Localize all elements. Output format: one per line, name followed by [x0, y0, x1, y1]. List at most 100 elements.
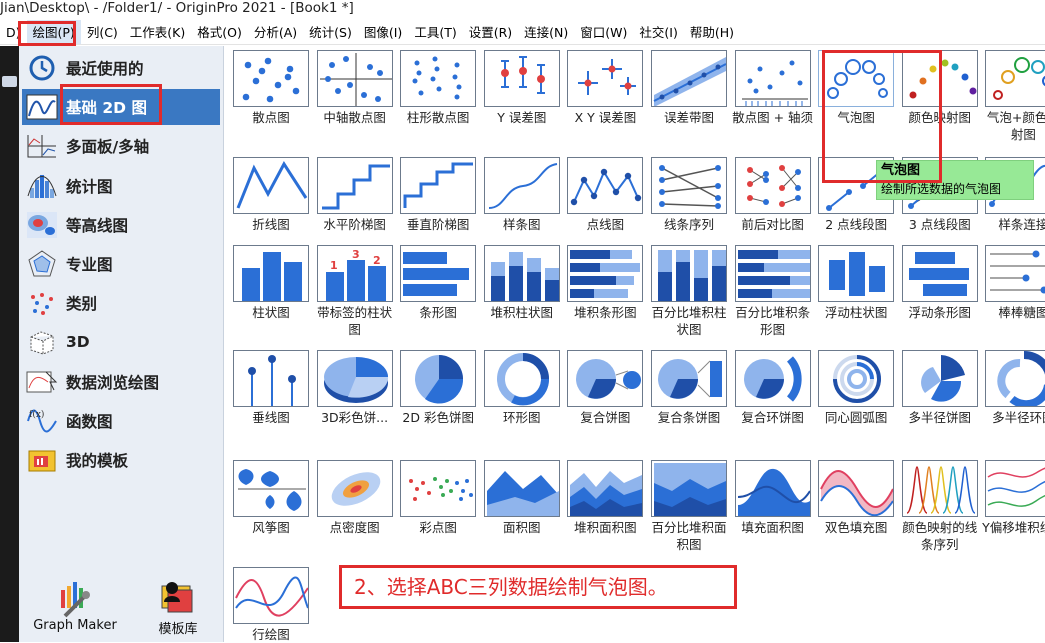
workspace-strip [0, 46, 19, 642]
plot-tile-drop-line[interactable]: 垂线图 [229, 350, 313, 426]
plot-tile-doughnut[interactable]: 环形图 [480, 350, 564, 426]
plot-tile-density-dots[interactable]: 点密度图 [313, 460, 397, 536]
plot-tile-label: 柱形散点图 [406, 110, 470, 125]
plot-tile-center-scatter[interactable]: 中轴散点图 [313, 50, 397, 126]
plot-tile-label: 3 点线段图 [908, 217, 971, 232]
plot-tile-error-band[interactable]: 误差带图 [647, 50, 731, 126]
plot-tile-label: 样条连接 [998, 217, 1045, 232]
menu-item-12[interactable]: 社交(I) [633, 20, 683, 44]
plot-tile-before-after[interactable]: 前后对比图 [731, 157, 815, 233]
plot-tile-stacked-column[interactable]: 堆积柱状图 [480, 245, 564, 321]
plot-tile-bar[interactable]: 条形图 [396, 245, 480, 321]
category-item-9[interactable]: f(x) 函数图 [22, 403, 220, 439]
menu-item-6[interactable]: 统计(S) [303, 20, 358, 44]
category-item-6[interactable]: 类别 [22, 285, 220, 321]
plot-tile-kite[interactable]: 风筝图 [229, 460, 313, 536]
graph-maker-icon [25, 580, 125, 618]
plot-tile-pie2d[interactable]: 2D 彩色饼图 [396, 350, 480, 426]
plot-tile-bubble-color[interactable]: 气泡+颜色映射图 [981, 50, 1045, 143]
category-item-3[interactable]: 统计图 [22, 168, 220, 204]
category-item-2[interactable]: 多面板/多轴 [22, 128, 220, 164]
plot-tile-label: 风筝图 [252, 520, 290, 535]
plot-tile-label: 同心圆弧图 [824, 410, 888, 425]
plot-tile-bar-of-pie[interactable]: 复合条饼图 [647, 350, 731, 426]
menu-item-2[interactable]: 列(C) [81, 20, 124, 44]
plot-tile-pie-of-pie[interactable]: 复合饼图 [563, 350, 647, 426]
menu-item-5[interactable]: 分析(A) [248, 20, 303, 44]
template-library-button[interactable]: 模板库 [139, 580, 217, 637]
category-item-5[interactable]: 专业图 [22, 246, 220, 282]
plot-tile-area[interactable]: 面积图 [480, 460, 564, 536]
plot-tile-stacked-bar[interactable]: 堆积条形图 [563, 245, 647, 321]
window-tab-icon[interactable] [2, 76, 17, 87]
plot-tile-line-symbol[interactable]: 点线图 [563, 157, 647, 233]
category-item-10[interactable]: 我的模板 [22, 442, 220, 478]
plot-tile-bubble[interactable]: 气泡图 [814, 50, 898, 126]
density-dots-icon [316, 460, 393, 517]
plot-tile-concentric-arc[interactable]: 同心圆弧图 [814, 350, 898, 426]
plot-tile-pct-stacked-column[interactable]: 百分比堆积柱状图 [647, 245, 731, 338]
plot-tile-v-step[interactable]: 垂直阶梯图 [396, 157, 480, 233]
category-item-0[interactable]: 最近使用的 [22, 50, 220, 86]
plot-tile-label: 双色填充图 [824, 520, 888, 535]
plot-tile-xy-error[interactable]: X Y 误差图 [563, 50, 647, 126]
plot-tile-spline[interactable]: 样条图 [480, 157, 564, 233]
plot-tile-label: 堆积柱状图 [490, 305, 554, 320]
menu-item-8[interactable]: 工具(T) [408, 20, 462, 44]
plot-tile-color-map[interactable]: 颜色映射图 [898, 50, 982, 126]
template-folder-icon [24, 443, 60, 477]
plot-tile-column-scatter[interactable]: 柱形散点图 [396, 50, 480, 126]
category-item-1[interactable]: 基础 2D 图 [22, 89, 220, 126]
plot-tile-multi-radius-pie[interactable]: 多半径饼图 [898, 350, 982, 426]
menu-item-13[interactable]: 帮助(H) [684, 20, 740, 44]
plot-tile-color-dots[interactable]: 彩点图 [396, 460, 480, 536]
category-item-7[interactable]: 3D [22, 324, 220, 360]
plot-tile-label: 多半径环图 [992, 410, 1045, 425]
menu-item-11[interactable]: 窗口(W) [574, 20, 633, 44]
plot-tile-h-step[interactable]: 水平阶梯图 [313, 157, 397, 233]
plot-tile-pct-stacked-bar[interactable]: 百分比堆积条形图 [731, 245, 815, 338]
graph-maker-button[interactable]: Graph Maker [25, 580, 125, 633]
menu-item-9[interactable]: 设置(R) [463, 20, 518, 44]
plot-tile-y-error[interactable]: Y 误差图 [480, 50, 564, 126]
plot-tile-labeled-column[interactable]: 1 3 2 带标签的柱状图 [313, 245, 397, 338]
menu-item-10[interactable]: 连接(N) [518, 20, 574, 44]
plot-tile-label: 线条序列 [663, 217, 714, 232]
plot-tile-label: 百分比堆积柱状图 [651, 305, 727, 337]
menu-item-7[interactable]: 图像(I) [358, 20, 408, 44]
plot-tile-pie3d[interactable]: 3D彩色饼... [313, 350, 397, 426]
scatter-icon [233, 50, 309, 107]
plot-tile-scatter[interactable]: 散点图 [229, 50, 313, 126]
plot-tile-two-color-fill[interactable]: 双色填充图 [814, 460, 898, 536]
plot-tile-column[interactable]: 柱状图 [229, 245, 313, 321]
menu-item-0[interactable]: D) [0, 20, 27, 44]
plot-tile-scatter-rug[interactable]: 散点图 + 轴须 [731, 50, 815, 126]
plot-tile-stacked-area[interactable]: 堆积面积图 [563, 460, 647, 536]
template-library-label: 模板库 [158, 622, 198, 637]
plot-tile-color-mapped-lines[interactable]: 颜色映射的线条序列 [898, 460, 982, 553]
line-symbol-icon [567, 157, 644, 214]
menu-item-4[interactable]: 格式(O) [191, 20, 248, 44]
svg-text:3: 3 [352, 248, 360, 261]
plot-tile-pct-stacked-area[interactable]: 百分比堆积面积图 [647, 460, 731, 553]
plot-tile-ring-pie[interactable]: 复合环饼图 [731, 350, 815, 426]
spline-icon [483, 157, 560, 214]
plot-tile-line[interactable]: 折线图 [229, 157, 313, 233]
plot-tile-label: 行绘图 [252, 627, 290, 642]
menu-item-1[interactable]: 绘图(P) [26, 20, 81, 44]
scatter-rug-icon [734, 50, 811, 107]
plot-tile-line-series[interactable]: 线条序列 [647, 157, 731, 233]
plot-tile-lollipop[interactable]: 棒棒糖图 [981, 245, 1045, 321]
plot-tile-floating-column[interactable]: 浮动柱状图 [814, 245, 898, 321]
plot-tile-plot-by-row[interactable]: 行绘图 [229, 567, 313, 643]
plot-tile-label: 浮动柱状图 [824, 305, 888, 320]
plot-tile-fill-area[interactable]: 填充面积图 [731, 460, 815, 536]
plot-tile-label: 填充面积图 [741, 520, 804, 535]
category-item-4[interactable]: 等高线图 [22, 207, 220, 243]
plot-tile-y-offset-lines[interactable]: Y偏移堆积线图 [981, 460, 1045, 536]
plot-tile-label: 散点图 + 轴须 [732, 110, 814, 125]
category-item-8[interactable]: 数据浏览绘图 [22, 364, 220, 400]
plot-tile-floating-bar[interactable]: 浮动条形图 [898, 245, 982, 321]
plot-tile-multi-radius-ring[interactable]: 多半径环图 [981, 350, 1045, 426]
menu-item-3[interactable]: 工作表(K) [124, 20, 191, 44]
